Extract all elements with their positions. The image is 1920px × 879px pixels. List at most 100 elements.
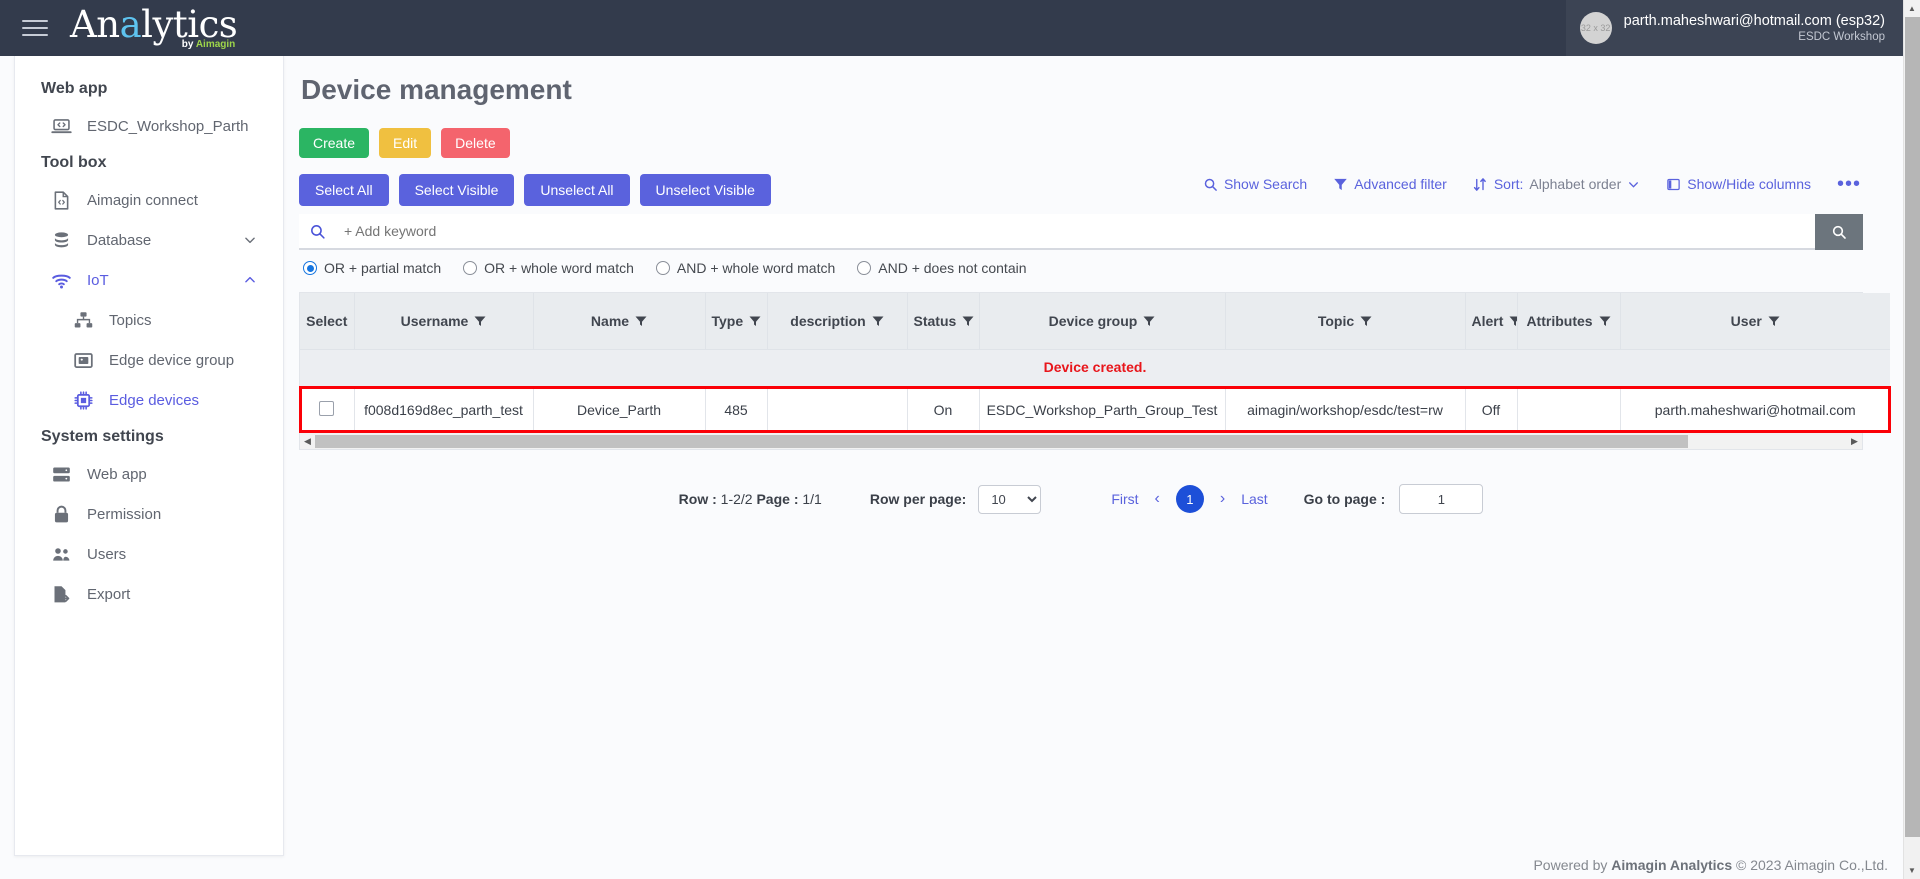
show-hide-columns-button[interactable]: Show/Hide columns (1666, 176, 1811, 192)
column-header-status[interactable]: Status (907, 293, 980, 350)
delete-button[interactable]: Delete (441, 128, 510, 158)
rows-per-page-select[interactable]: 102550100 (978, 484, 1042, 514)
sidebar-item-iot[interactable]: IoT (15, 260, 283, 300)
sitemap-icon (74, 311, 92, 327)
chevron-up-icon[interactable] (243, 273, 257, 287)
sidebar-item-label: Topics (109, 311, 152, 329)
device-table: Select Username Name Type description Status D… (299, 292, 1891, 433)
app-logo[interactable]: Analytics by Aimagin (70, 3, 238, 50)
goto-page-input[interactable] (1399, 484, 1484, 514)
brand-part-1: An (70, 3, 120, 46)
sidebar-item-web-app[interactable]: Web app (15, 454, 283, 494)
prev-page-button[interactable]: ‹ (1155, 490, 1160, 508)
select-visible-button[interactable]: Select Visible (398, 174, 515, 206)
laptop-code-icon (50, 118, 72, 133)
sidebar-item-permission[interactable]: Permission (15, 494, 283, 534)
funnel-icon[interactable] (1509, 315, 1517, 327)
status-message: Device created. (1043, 359, 1147, 375)
page-scrollbar[interactable]: ▲ ▼ (1903, 0, 1920, 879)
match-option-label: AND + whole word match (676, 260, 836, 276)
more-options-icon[interactable]: ••• (1837, 174, 1861, 194)
show-search-button[interactable]: Show Search (1203, 176, 1307, 192)
table-header-row: Select Username Name Type description Status D… (300, 293, 1890, 350)
sort-control[interactable]: Sort: Alphabet order (1473, 176, 1640, 192)
user-account-menu[interactable]: 32 x 32 parth.maheshwari@hotmail.com (es… (1565, 0, 1903, 56)
match-option-2[interactable]: AND + whole word match (655, 260, 836, 276)
funnel-icon[interactable] (1143, 315, 1155, 327)
sidebar-item-edge-device-group[interactable]: Edge device group (15, 340, 283, 380)
match-mode-radio-group: OR + partial match OR + whole word match A… (303, 260, 1863, 276)
device-group-icon (73, 352, 93, 368)
funnel-icon[interactable] (1768, 315, 1780, 327)
row-checkbox[interactable] (319, 400, 335, 416)
funnel-icon[interactable] (749, 315, 761, 327)
next-page-button[interactable]: › (1220, 490, 1225, 508)
search-icon (1204, 178, 1217, 191)
column-header-group[interactable]: Device group (979, 293, 1226, 350)
select-all-button[interactable]: Select All (299, 174, 389, 206)
sidebar-item-users[interactable]: Users (15, 534, 283, 574)
search-field[interactable] (299, 214, 1815, 250)
footer-suffix: © 2023 Aimagin Co.,Ltd. (1732, 857, 1888, 873)
row-select-cell[interactable] (300, 387, 355, 432)
radio-icon[interactable] (463, 261, 478, 275)
funnel-icon[interactable] (962, 315, 974, 327)
column-header-select[interactable]: Select (300, 293, 355, 350)
column-header-name[interactable]: Name (533, 293, 706, 350)
first-page-button[interactable]: First (1111, 491, 1138, 507)
column-header-username[interactable]: Username (354, 293, 534, 350)
sidebar-item-esdc-workshop-parth[interactable]: ESDC_Workshop_Parth (15, 106, 283, 146)
column-header-user[interactable]: User (1620, 293, 1890, 350)
sidebar-item-topics[interactable]: Topics (15, 300, 283, 340)
match-option-1[interactable]: OR + whole word match (463, 260, 634, 276)
match-option-label: AND + does not contain (878, 260, 1027, 276)
scroll-left-arrow-icon[interactable]: ◀ (300, 436, 315, 447)
radio-icon[interactable] (857, 261, 872, 275)
column-header-topic[interactable]: Topic (1225, 293, 1466, 350)
hscroll-thumb[interactable] (315, 434, 1688, 448)
column-header-attrs[interactable]: Attributes (1517, 293, 1621, 350)
page-number-1[interactable]: 1 (1175, 485, 1204, 513)
sidebar-item-export[interactable]: Export (15, 574, 283, 614)
page-scrollbar-thumb[interactable] (1905, 17, 1920, 837)
match-option-0[interactable]: OR + partial match (303, 260, 441, 276)
funnel-icon[interactable] (872, 315, 884, 327)
funnel-icon[interactable] (1360, 315, 1372, 327)
scroll-down-arrow-icon[interactable]: ▼ (1904, 862, 1920, 879)
funnel-icon[interactable] (635, 315, 647, 327)
unselect-visible-button[interactable]: Unselect Visible (639, 174, 771, 206)
match-option-3[interactable]: AND + does not contain (857, 260, 1027, 276)
unselect-all-button[interactable]: Unselect All (524, 174, 630, 206)
table-body: Device created. f008d169d8ec_parth_test De… (299, 349, 1891, 433)
row-label: Row : (678, 491, 721, 507)
status-message-cell: Device created. (300, 349, 1890, 388)
table-horizontal-scrollbar[interactable]: ◀ ▶ (299, 433, 1863, 450)
radio-icon[interactable] (655, 261, 670, 275)
edit-button[interactable]: Edit (379, 128, 432, 158)
chevron-down-icon (1629, 181, 1639, 188)
sidebar-item-aimagin-connect[interactable]: Aimagin connect (15, 180, 283, 220)
chevron-down-icon[interactable] (243, 233, 257, 247)
columns-icon (1667, 178, 1680, 190)
create-button[interactable]: Create (299, 128, 370, 158)
column-header-desc[interactable]: description (767, 293, 908, 350)
search-submit-button[interactable] (1815, 214, 1863, 250)
last-page-button[interactable]: Last (1241, 491, 1267, 507)
radio-icon[interactable] (303, 261, 317, 275)
scroll-right-arrow-icon[interactable]: ▶ (1847, 436, 1862, 447)
hamburger-menu-icon[interactable] (22, 20, 48, 36)
advanced-filter-button[interactable]: Advanced filter (1333, 176, 1447, 192)
table-header: Select Username Name Type description Status D… (300, 293, 1890, 350)
table-row[interactable]: f008d169d8ec_parth_test Device_Parth 485 On… (299, 386, 1891, 433)
funnel-icon[interactable] (1599, 315, 1611, 327)
column-header-alert[interactable]: Alert (1465, 293, 1518, 350)
funnel-icon[interactable] (474, 315, 486, 327)
scroll-up-arrow-icon[interactable]: ▲ (1904, 0, 1920, 17)
column-header-type[interactable]: Type (705, 293, 768, 350)
search-input[interactable] (344, 223, 1815, 239)
sidebar-item-database[interactable]: Database (15, 220, 283, 260)
sidebar-item-edge-devices[interactable]: Edge devices (15, 380, 283, 420)
pagination-bar: Row : 1-2/2 Page : 1/1 Row per page: 102… (299, 484, 1863, 514)
hscroll-track[interactable] (315, 434, 1847, 448)
database-icon (54, 231, 68, 247)
